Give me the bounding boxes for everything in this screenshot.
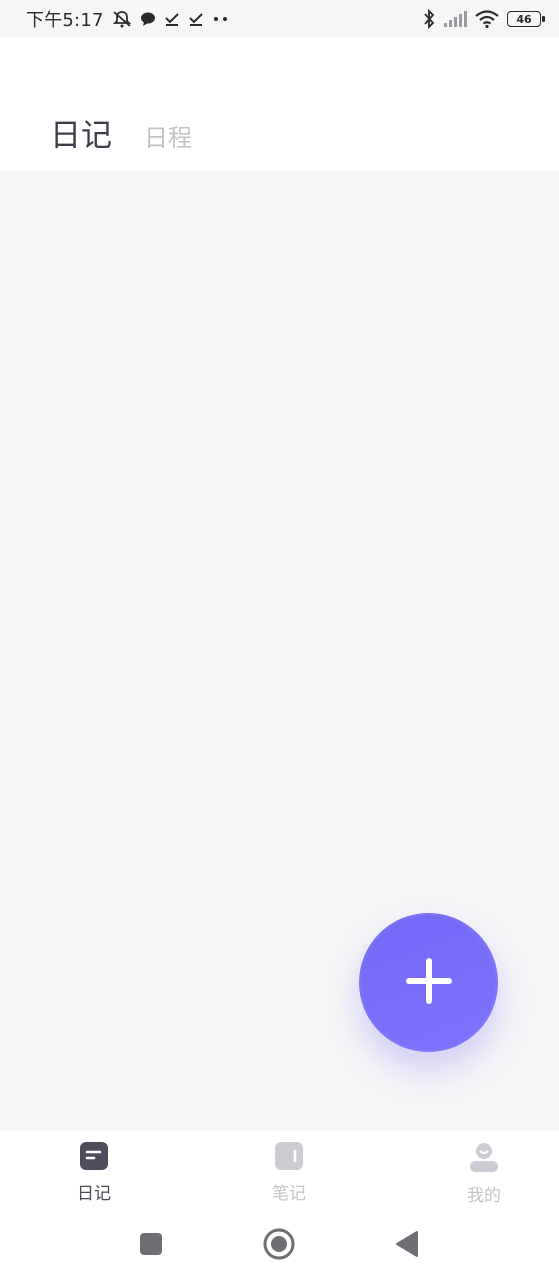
bluetooth-icon bbox=[423, 9, 435, 29]
system-nav bbox=[0, 1211, 559, 1280]
battery-indicator: 46 bbox=[507, 11, 545, 27]
nav-profile[interactable]: 我的 bbox=[456, 1131, 512, 1211]
check-icon bbox=[164, 11, 180, 27]
status-left: 下午5:17 bbox=[26, 6, 230, 32]
chat-bubble-icon bbox=[140, 11, 156, 27]
check-icon bbox=[188, 11, 204, 27]
home-circle-icon bbox=[263, 1228, 295, 1264]
square-icon bbox=[139, 1232, 163, 1260]
signal-icon bbox=[443, 11, 467, 27]
diary-icon bbox=[80, 1142, 108, 1174]
nav-diary-label: 日记 bbox=[77, 1184, 111, 1204]
recents-button[interactable] bbox=[134, 1229, 168, 1263]
bell-muted-icon bbox=[112, 10, 132, 28]
wifi-icon bbox=[475, 10, 499, 28]
more-dots-icon bbox=[212, 14, 230, 24]
status-right: 46 bbox=[423, 9, 545, 29]
profile-icon bbox=[469, 1142, 499, 1176]
tab-schedule[interactable]: 日程 bbox=[144, 118, 192, 153]
tab-bar: 日记 日程 bbox=[50, 110, 192, 155]
nav-diary[interactable]: 日记 bbox=[66, 1131, 122, 1211]
status-time: 下午5:17 bbox=[26, 10, 104, 31]
nav-profile-label: 我的 bbox=[467, 1186, 501, 1206]
nav-notes[interactable]: 笔记 bbox=[261, 1131, 317, 1211]
header: 日记 日程 bbox=[0, 38, 559, 171]
tab-diary[interactable]: 日记 bbox=[50, 110, 112, 155]
nav-notes-label: 笔记 bbox=[272, 1184, 306, 1204]
back-triangle-icon bbox=[395, 1231, 419, 1261]
notebook-icon bbox=[275, 1142, 303, 1174]
status-bar: 下午5:17 46 bbox=[0, 0, 559, 38]
home-button[interactable] bbox=[262, 1228, 296, 1264]
add-entry-button[interactable] bbox=[359, 913, 498, 1052]
bottom-nav: 日记 笔记 我的 bbox=[0, 1131, 559, 1211]
back-button[interactable] bbox=[390, 1229, 424, 1263]
plus-icon bbox=[405, 957, 453, 1009]
